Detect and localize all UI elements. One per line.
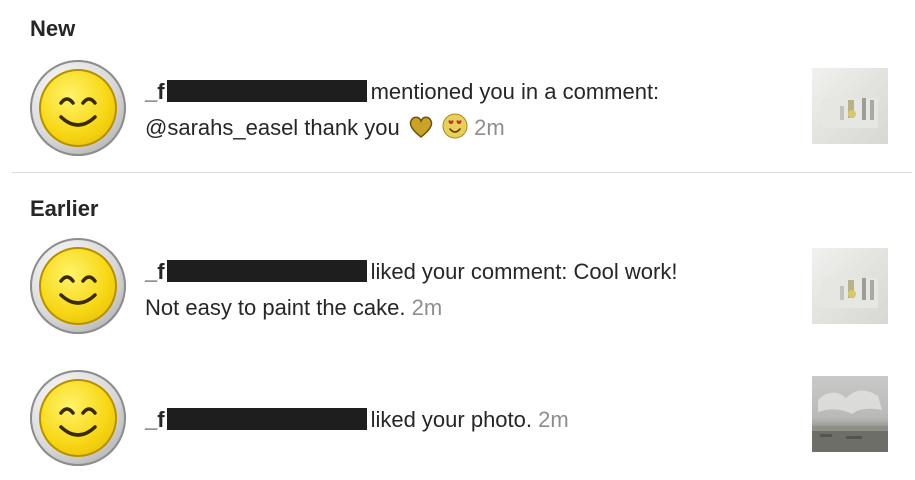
redacted-username	[166, 260, 367, 282]
yellow-heart-icon	[408, 114, 434, 150]
notifications-panel: New _f mentioned you in a comment: @sarah…	[0, 0, 915, 480]
landscape-photo-thumbnail[interactable]	[812, 376, 888, 452]
comment-text: Not easy to paint the cake.	[145, 295, 406, 320]
section-title-new: New	[30, 16, 76, 41]
redacted-username	[166, 408, 367, 430]
section-divider	[12, 172, 912, 173]
username[interactable]: _f	[145, 407, 165, 432]
timestamp: 2m	[538, 407, 569, 432]
notification-action: liked your photo.	[370, 407, 532, 432]
notification-action: liked your comment: Cool work!	[370, 259, 678, 284]
section-title-earlier: Earlier	[30, 196, 99, 221]
notification-text: _f liked your comment: Cool work! Not eas…	[145, 254, 785, 326]
smiley-face-icon	[39, 379, 117, 457]
cake-painting-thumbnail[interactable]	[812, 68, 888, 144]
smiley-face-icon	[39, 247, 117, 325]
avatar[interactable]	[30, 238, 126, 334]
heart-eyes-emoji-icon	[442, 113, 468, 150]
notification-action: mentioned you in a comment:	[370, 79, 660, 104]
smiley-face-icon	[39, 69, 117, 147]
timestamp: 2m	[474, 115, 505, 140]
username[interactable]: _f	[145, 79, 165, 104]
notification-text: _f mentioned you in a comment: @sarahs_ea…	[145, 74, 785, 150]
notification-text: _f liked your photo. 2m	[145, 402, 785, 438]
timestamp: 2m	[411, 295, 443, 320]
avatar[interactable]	[30, 60, 126, 156]
cake-painting-thumbnail[interactable]	[812, 248, 888, 324]
comment-text: @sarahs_easel thank you	[145, 115, 400, 140]
username[interactable]: _f	[145, 259, 165, 284]
redacted-username	[166, 80, 367, 102]
avatar[interactable]	[30, 370, 126, 466]
